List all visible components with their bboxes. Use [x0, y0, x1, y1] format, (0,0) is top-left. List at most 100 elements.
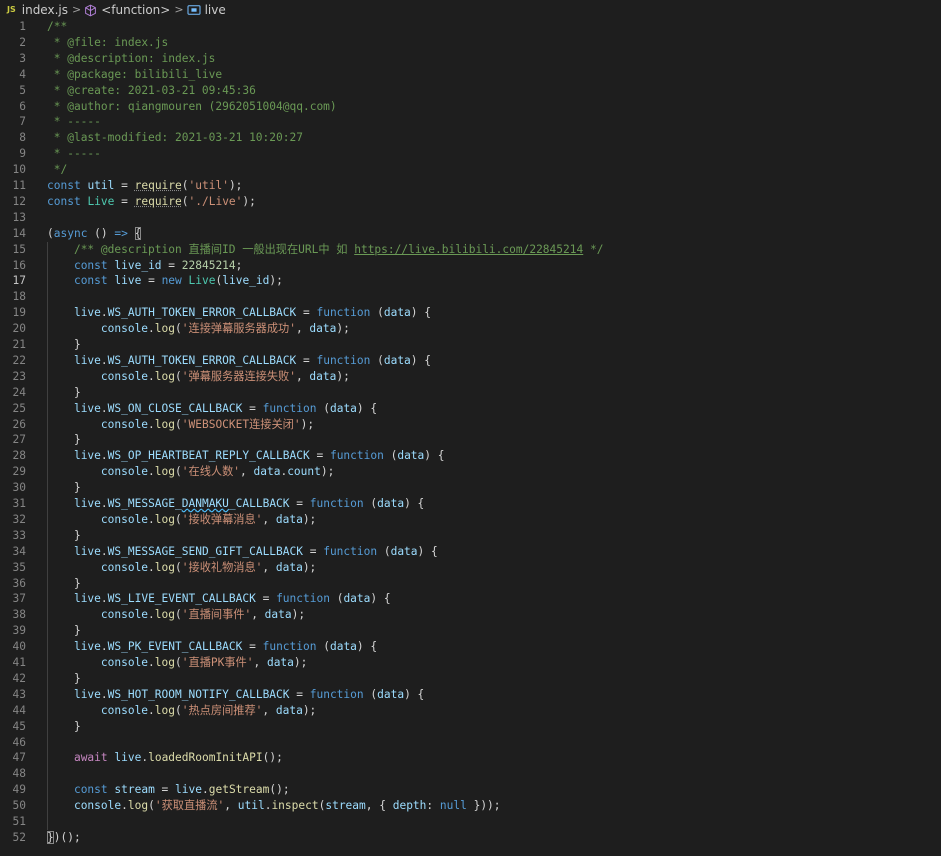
code-token: }	[47, 385, 81, 399]
code-line[interactable]: 37 live.WS_LIVE_EVENT_CALLBACK = functio…	[0, 591, 941, 607]
code-line[interactable]: 34 live.WS_MESSAGE_SEND_GIFT_CALLBACK = …	[0, 544, 941, 560]
line-code: console.log('WEBSOCKET连接关闭');	[47, 417, 314, 433]
code-token: *	[47, 67, 68, 81]
code-line[interactable]: 19 live.WS_AUTH_TOKEN_ERROR_CALLBACK = f…	[0, 305, 941, 321]
code-token: @author	[67, 99, 115, 113]
code-token: function	[316, 306, 371, 320]
code-token: @description	[67, 51, 149, 65]
line-code: (async () => {	[47, 226, 142, 242]
code-line[interactable]: 23 console.log('弹幕服务器连接失败', data);	[0, 369, 941, 385]
code-token: live	[73, 353, 101, 367]
code-token: console	[73, 799, 122, 813]
code-token: function	[329, 449, 384, 463]
code-line[interactable]: 49 const stream = live.getStream();	[0, 782, 941, 798]
line-number: 9	[19, 147, 26, 161]
code-token: =	[161, 258, 182, 272]
line-number: 30	[12, 481, 26, 495]
code-line[interactable]: 45 }	[0, 719, 941, 735]
code-token: log	[127, 799, 149, 813]
code-line[interactable]: 41 console.log('直播PK事件', data);	[0, 655, 941, 671]
code-line[interactable]: 31 live.WS_MESSAGE_DANMAKU_CALLBACK = fu…	[0, 496, 941, 512]
code-line[interactable]: 46	[0, 735, 941, 751]
code-token: './Live'	[188, 194, 243, 208]
code-token: );	[291, 608, 306, 622]
code-editor[interactable]: 1/** 2 * @file: index.js 3 * @description:…	[0, 19, 941, 856]
code-line[interactable]: 32 console.log('接收弹幕消息', data);	[0, 512, 941, 528]
code-line[interactable]: 44 console.log('热点房间推荐', data);	[0, 703, 941, 719]
code-line[interactable]: 30 }	[0, 480, 941, 496]
code-line[interactable]: 20 console.log('连接弹幕服务器成功', data);	[0, 321, 941, 337]
code-token: * -----	[47, 147, 101, 161]
code-line[interactable]: 8 * @last-modified: 2021-03-21 10:20:27	[0, 130, 941, 146]
line-code: * @description: index.js	[47, 51, 216, 67]
code-line[interactable]: 16 const live_id = 22845214;	[0, 258, 941, 274]
code-line[interactable]: 10 */	[0, 162, 941, 178]
code-line[interactable]: 26 console.log('WEBSOCKET连接关闭');	[0, 417, 941, 433]
code-token: : 2021-03-21 09:45:36	[114, 83, 256, 97]
code-line[interactable]: 13	[0, 210, 941, 226]
breadcrumb-file[interactable]: index.js	[22, 0, 68, 20]
code-token: .	[148, 322, 155, 336]
code-token: live	[114, 274, 142, 288]
code-line[interactable]: 12 const Live = require('./Live');	[0, 194, 941, 210]
code-line[interactable]: 27 }	[0, 432, 941, 448]
code-line[interactable]: 39 }	[0, 623, 941, 639]
code-token: ,	[224, 799, 238, 813]
code-line[interactable]: 43 live.WS_HOT_ROOM_NOTIFY_CALLBACK = fu…	[0, 687, 941, 703]
code-line[interactable]: 28 live.WS_OP_HEARTBEAT_REPLY_CALLBACK =…	[0, 448, 941, 464]
code-line[interactable]: 7 * -----	[0, 114, 941, 130]
code-line[interactable]: 9 * -----	[0, 146, 941, 162]
code-token: ,	[240, 465, 254, 479]
breadcrumb: JS index.js > <function> > live	[0, 0, 941, 20]
code-token: =>	[114, 226, 128, 240]
code-line[interactable]: 42 }	[0, 671, 941, 687]
code-line[interactable]: 51	[0, 814, 941, 830]
code-token: , {	[365, 799, 393, 813]
chevron-right-icon: >	[174, 3, 184, 16]
breadcrumb-symbol[interactable]: live	[205, 0, 226, 20]
code-line[interactable]: 35 console.log('接收礼物消息', data);	[0, 560, 941, 576]
code-line[interactable]: 6 * @author: qiangmouren (2962051004@qq.…	[0, 99, 941, 115]
line-code: * -----	[47, 114, 101, 130]
code-token: *	[47, 131, 68, 145]
code-line[interactable]: 38 console.log('直播间事件', data);	[0, 607, 941, 623]
code-token: (	[175, 608, 182, 622]
code-line[interactable]: 33 }	[0, 528, 941, 544]
code-token: getStream	[208, 783, 270, 797]
code-line[interactable]: 1 /**	[0, 19, 941, 35]
code-line[interactable]: 21 }	[0, 337, 941, 353]
line-number: 52	[12, 830, 26, 844]
code-line[interactable]: 15 /** @description 直播间ID 一般出现在URL中 如 ht…	[0, 242, 941, 258]
line-number: 5	[19, 83, 26, 97]
line-number: 24	[12, 385, 26, 399]
code-line[interactable]: 47 await live.loadedRoomInitAPI();	[0, 750, 941, 766]
code-line[interactable]: 40 live.WS_PK_EVENT_CALLBACK = function …	[0, 639, 941, 655]
code-line[interactable]: 5 * @create: 2021-03-21 09:45:36	[0, 83, 941, 99]
code-line[interactable]: 24 }	[0, 385, 941, 401]
code-token: =	[296, 353, 317, 367]
code-line[interactable]: 17 const live = new Live(live_id);	[0, 273, 941, 289]
code-token: null	[439, 799, 467, 813]
code-token: ,	[253, 656, 267, 669]
code-line[interactable]: 3 * @description: index.js	[0, 51, 941, 67]
code-token: await	[73, 751, 108, 765]
code-line[interactable]: 18	[0, 289, 941, 305]
code-line[interactable]: 11 const util = require('util');	[0, 178, 941, 194]
code-line[interactable]: 2 * @file: index.js	[0, 35, 941, 51]
breadcrumb-scope[interactable]: <function>	[101, 0, 170, 20]
code-line[interactable]: 29 console.log('在线人数', data.count);	[0, 464, 941, 480]
line-number: 49	[12, 783, 26, 797]
code-token: }	[47, 830, 54, 844]
code-line[interactable]: 48	[0, 766, 941, 782]
code-line[interactable]: 22 live.WS_AUTH_TOKEN_ERROR_CALLBACK = f…	[0, 353, 941, 369]
code-line[interactable]: 14 (async () => {	[0, 226, 941, 242]
code-line[interactable]: 25 live.WS_ON_CLOSE_CALLBACK = function …	[0, 401, 941, 417]
code-line[interactable]: 50 console.log('获取直播流', util.inspect(str…	[0, 798, 941, 814]
code-line[interactable]: 36 }	[0, 576, 941, 592]
code-line[interactable]: 4 * @package: bilibili_live	[0, 67, 941, 83]
code-line[interactable]: 52})();	[0, 830, 941, 846]
